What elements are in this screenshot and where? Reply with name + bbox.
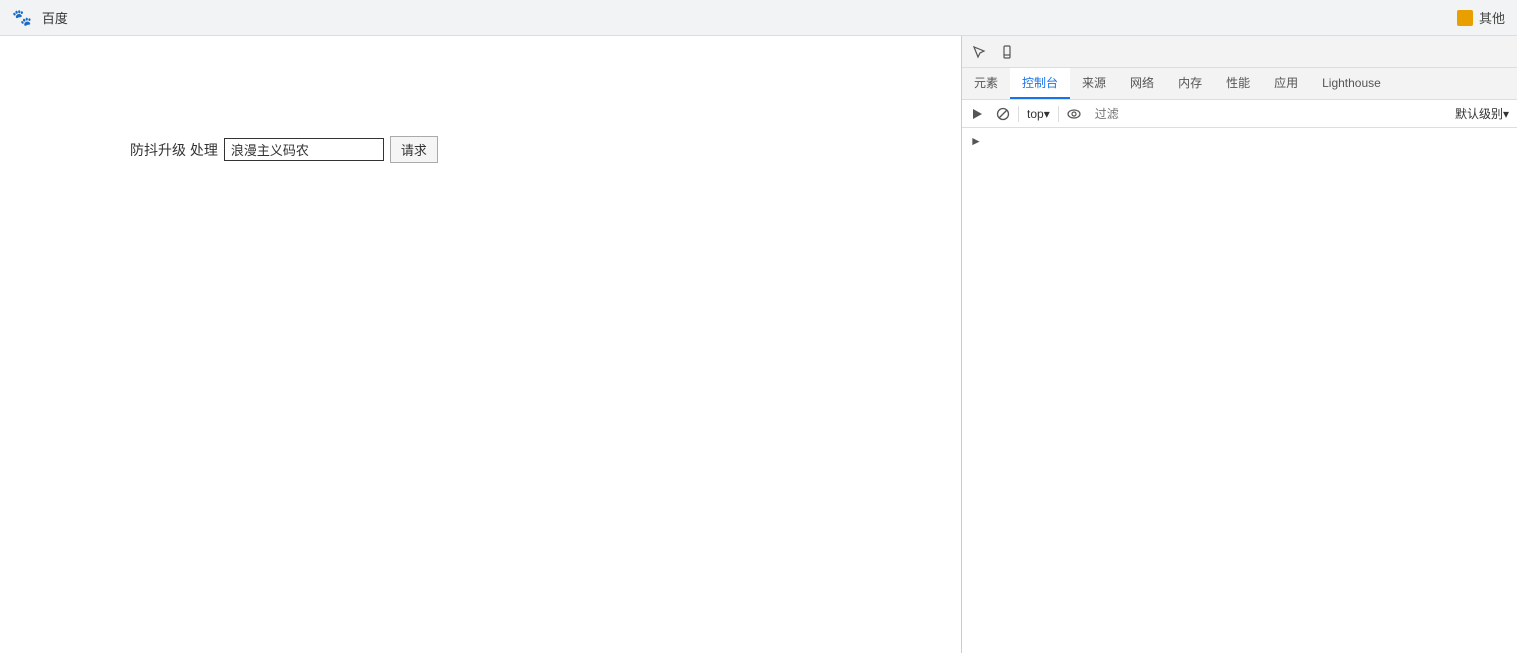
page-content: 防抖升级 处理 请求 <box>0 36 961 653</box>
log-level-selector[interactable]: 默认级别 ▾ <box>1451 103 1513 124</box>
main-area: 防抖升级 处理 请求 元素 控制台 <box>0 36 1517 653</box>
inspect-element-button[interactable] <box>966 39 992 65</box>
top-dropdown-icon: ▾ <box>1044 107 1050 121</box>
top-label: top <box>1027 107 1044 121</box>
tab-elements[interactable]: 元素 <box>962 68 1010 99</box>
tab-network[interactable]: 网络 <box>1118 68 1166 99</box>
console-separator-1 <box>1018 106 1019 122</box>
baidu-favicon: 🐾 <box>12 8 32 28</box>
page-input[interactable] <box>224 138 384 161</box>
devtools-panel: 元素 控制台 来源 网络 内存 性能 应用 Lighthouse <box>961 36 1517 653</box>
console-content: ► <box>962 128 1517 653</box>
bookmarks-bar: 其他 <box>1457 8 1505 27</box>
tab-lighthouse[interactable]: Lighthouse <box>1310 68 1393 99</box>
page-label: 防抖升级 处理 <box>130 140 218 160</box>
console-toolbar: top ▾ 默认级别 ▾ <box>962 100 1517 128</box>
eye-button[interactable] <box>1063 103 1085 125</box>
device-toolbar-button[interactable] <box>994 39 1020 65</box>
level-label: 默认级别 <box>1455 105 1503 122</box>
request-button[interactable]: 请求 <box>390 136 438 163</box>
console-prompt[interactable]: ► <box>962 132 1517 150</box>
level-dropdown-icon: ▾ <box>1503 107 1509 121</box>
tab-sources[interactable]: 来源 <box>1070 68 1118 99</box>
devtools-tabs: 元素 控制台 来源 网络 内存 性能 应用 Lighthouse <box>962 68 1517 100</box>
devtools-top-toolbar <box>962 36 1517 68</box>
bookmark-folder-icon <box>1457 10 1473 26</box>
console-clear-button[interactable] <box>992 103 1014 125</box>
browser-topbar: 🐾 百度 其他 <box>0 0 1517 36</box>
page-row: 防抖升级 处理 请求 <box>130 136 941 163</box>
tab-console[interactable]: 控制台 <box>1010 68 1070 99</box>
tab-memory[interactable]: 内存 <box>1166 68 1214 99</box>
page-tab-title: 百度 <box>42 8 68 27</box>
tab-application[interactable]: 应用 <box>1262 68 1310 99</box>
tab-performance[interactable]: 性能 <box>1214 68 1262 99</box>
other-bookmarks-label: 其他 <box>1479 8 1505 27</box>
console-play-button[interactable] <box>966 103 988 125</box>
filter-input[interactable] <box>1089 105 1447 123</box>
top-context-selector[interactable]: top ▾ <box>1023 105 1054 123</box>
console-separator-2 <box>1058 106 1059 122</box>
